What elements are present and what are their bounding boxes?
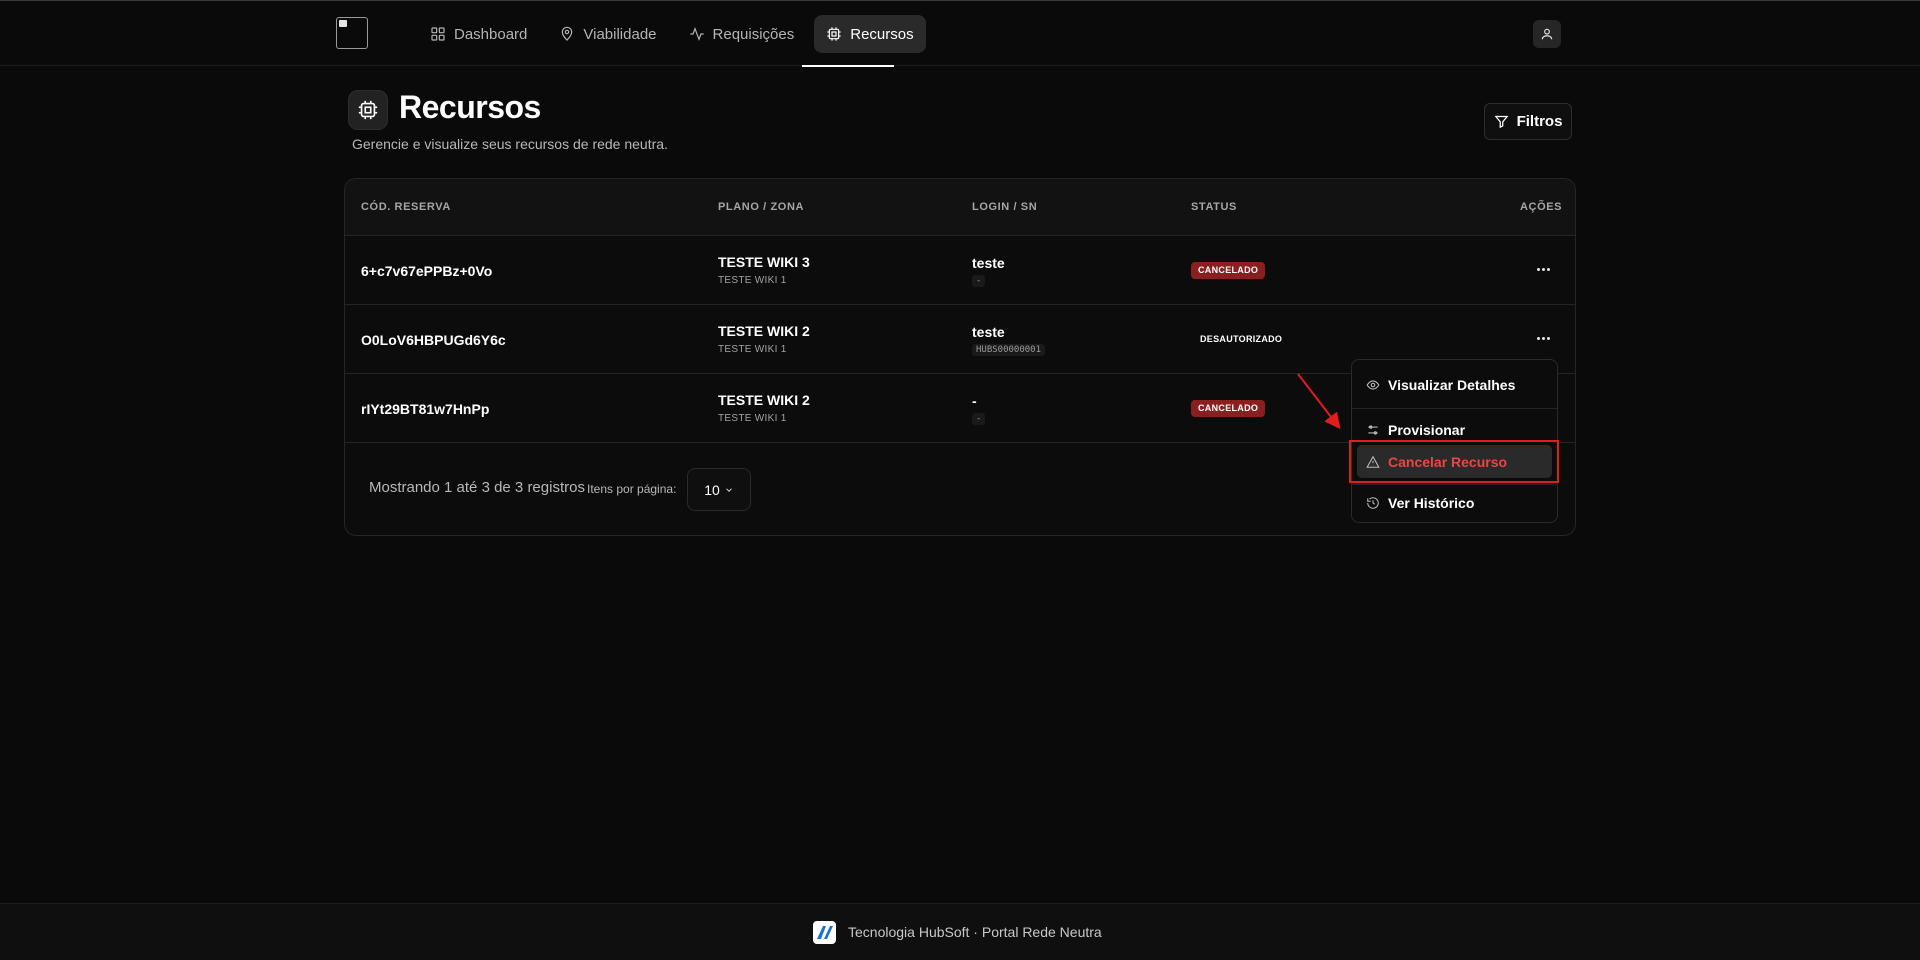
status-badge: CANCELADO xyxy=(1191,400,1266,417)
nav-item-recursos[interactable]: Recursos xyxy=(814,15,926,53)
page-subtitle: Gerencie e visualize seus recursos de re… xyxy=(352,136,668,152)
activity-icon xyxy=(689,26,704,42)
plan-name: TESTE WIKI 2 xyxy=(718,392,810,408)
nav-item-label: Viabilidade xyxy=(583,25,657,43)
plan-name: TESTE WIKI 3 xyxy=(718,254,810,270)
active-tab-indicator xyxy=(802,65,894,67)
menu-divider xyxy=(1352,408,1557,409)
menu-item-label: Provisionar xyxy=(1388,421,1466,438)
zone-name: TESTE WIKI 1 xyxy=(718,413,787,424)
hubsoft-logo-mark xyxy=(817,926,833,939)
row-actions-button[interactable] xyxy=(1532,258,1554,280)
column-header-actions: AÇÕES xyxy=(1520,201,1563,213)
navbar: Dashboard Viabilidade Requisições Recurs… xyxy=(0,1,1920,67)
user-menu-button[interactable] xyxy=(1533,20,1561,48)
more-icon xyxy=(1541,267,1545,271)
annotation-arrow xyxy=(1297,373,1341,430)
eye-icon xyxy=(1366,379,1380,390)
reservation-code: O0LoV6HBPUGd6Y6c xyxy=(361,332,506,348)
more-icon xyxy=(1546,267,1550,271)
nav-item-viabilidade[interactable]: Viabilidade xyxy=(547,15,668,53)
per-page-value: 10 xyxy=(704,481,720,498)
history-icon xyxy=(1367,496,1379,509)
serial-number: HUBS00000001 xyxy=(972,344,1046,356)
sliders-icon xyxy=(1368,424,1378,435)
menu-item-view-details[interactable]: Visualizar Detalhes xyxy=(1357,368,1552,401)
reservation-code: rIYt29BT81w7HnPp xyxy=(361,401,490,417)
per-page-select[interactable]: 10 xyxy=(687,468,751,511)
per-page-label: Itens por página: xyxy=(587,482,677,496)
zone-name: TESTE WIKI 1 xyxy=(718,344,787,355)
main-nav: Dashboard Viabilidade Requisições Recurs… xyxy=(418,15,926,53)
page-footer: Tecnologia HubSoft · Portal Rede Neutra xyxy=(0,903,1920,960)
page-title: Recursos xyxy=(399,89,541,125)
menu-divider xyxy=(1352,484,1557,485)
more-icon xyxy=(1546,336,1550,340)
nav-item-requisicoes[interactable]: Requisições xyxy=(677,15,807,53)
column-header-plan: PLANO / ZONA xyxy=(718,201,805,213)
menu-item-label: Visualizar Detalhes xyxy=(1388,376,1516,393)
login-value: teste xyxy=(972,255,1005,271)
filters-button[interactable]: Filtros xyxy=(1484,103,1572,140)
logo-image[interactable] xyxy=(336,17,368,49)
status-badge: DESAUTORIZADO xyxy=(1200,334,1283,344)
filters-label: Filtros xyxy=(1516,113,1563,130)
records-summary: Mostrando 1 até 3 de 3 registros xyxy=(369,479,585,496)
more-icon xyxy=(1536,336,1540,340)
menu-item-view-history[interactable]: Ver Histórico xyxy=(1357,486,1552,519)
nav-item-label: Recursos xyxy=(850,25,914,43)
plan-name: TESTE WIKI 2 xyxy=(718,323,810,339)
column-header-status: STATUS xyxy=(1191,201,1237,213)
menu-item-label: Ver Histórico xyxy=(1388,494,1475,511)
map-pin-icon xyxy=(562,26,573,41)
zone-name: TESTE WIKI 1 xyxy=(718,275,787,286)
table-header: CÓD. RESERVA PLANO / ZONA LOGIN / SN STA… xyxy=(345,179,1575,236)
reservation-code: 6+c7v67ePPBz+0Vo xyxy=(361,263,493,279)
user-icon xyxy=(1541,28,1553,40)
login-value: - xyxy=(972,393,977,409)
nav-item-dashboard[interactable]: Dashboard xyxy=(418,15,539,53)
more-icon xyxy=(1536,267,1540,271)
page-title-icon xyxy=(348,90,388,130)
column-header-code: CÓD. RESERVA xyxy=(361,201,451,213)
row-actions-button[interactable] xyxy=(1532,327,1554,349)
filter-icon xyxy=(1494,115,1509,129)
column-header-login: LOGIN / SN xyxy=(972,201,1038,213)
status-badge: CANCELADO xyxy=(1191,262,1266,279)
chevron-down-icon xyxy=(725,487,732,492)
more-icon xyxy=(1541,336,1545,340)
serial-number: - xyxy=(972,413,986,425)
cpu-icon xyxy=(358,100,378,120)
nav-item-label: Dashboard xyxy=(454,25,528,43)
footer-text: Tecnologia HubSoft · Portal Rede Neutra xyxy=(848,924,1102,940)
annotation-highlight-box xyxy=(1349,440,1559,483)
table-row[interactable]: 6+c7v67ePPBz+0Vo TESTE WIKI 3 TESTE WIKI… xyxy=(345,236,1575,305)
grid-icon xyxy=(431,27,445,41)
serial-number: - xyxy=(972,275,986,287)
hubsoft-logo xyxy=(813,921,836,944)
login-value: teste xyxy=(972,324,1005,340)
cpu-icon xyxy=(827,27,841,41)
nav-item-label: Requisições xyxy=(712,25,795,43)
